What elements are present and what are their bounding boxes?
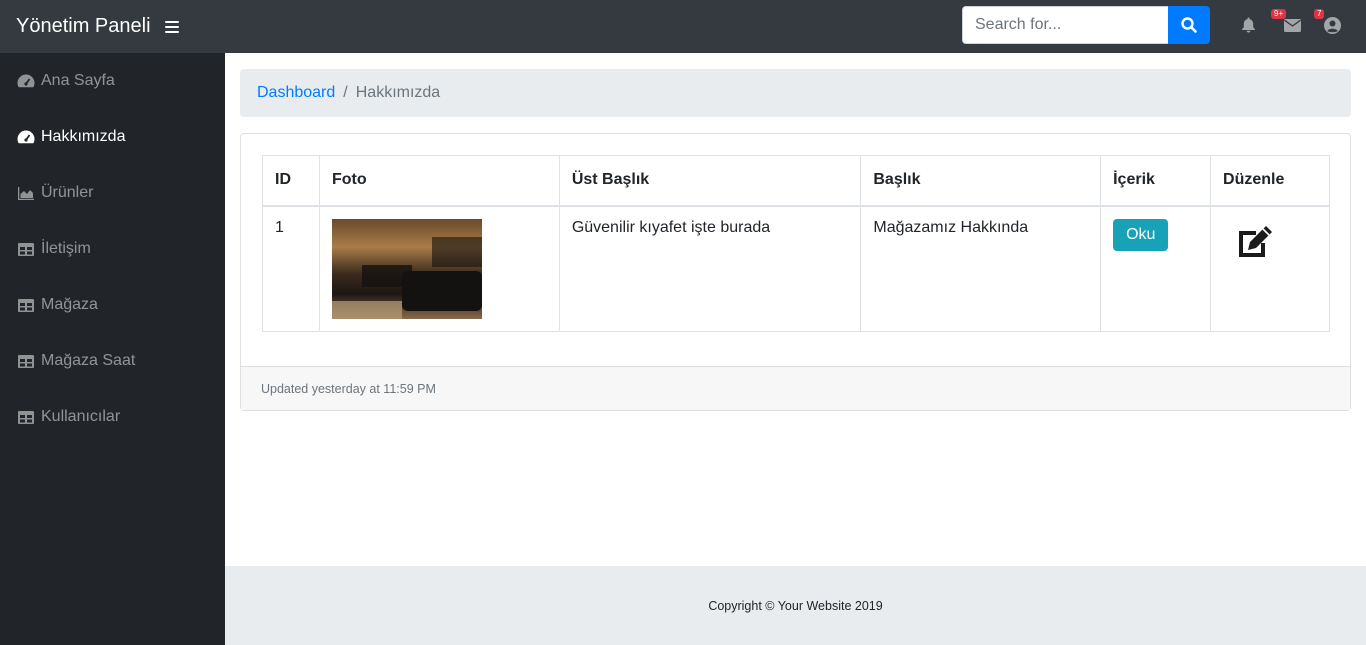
sidebar-item-label: Ürünler	[41, 184, 94, 201]
sidebar-item-ana-sayfa[interactable]: Ana Sayfa	[0, 53, 225, 109]
photo-rack	[361, 264, 412, 287]
cell-foto	[318, 205, 560, 332]
store-photo	[331, 218, 482, 319]
search-form	[962, 6, 1210, 44]
table-header-row: ID Foto Üst Başlık Başlık İçerik Düzenle	[262, 155, 1330, 207]
breadcrumb: Dashboard / Hakkımızda	[240, 69, 1351, 117]
column-header-baslik: Başlık	[860, 155, 1102, 207]
messages-dropdown[interactable]: 9+	[1271, 9, 1302, 35]
column-header-foto: Foto	[318, 155, 560, 207]
copyright-text: Copyright © Your Website 2019	[708, 598, 883, 613]
alerts-dropdown[interactable]	[1238, 15, 1258, 35]
content-card: ID Foto Üst Başlık Başlık İçerik Düzenle…	[240, 133, 1351, 411]
column-header-ust-baslik: Üst Başlık	[558, 155, 862, 207]
alerts-count-badge: 9+	[1271, 9, 1287, 19]
photo-rack	[401, 270, 482, 311]
page-footer: Copyright © Your Website 2019	[225, 566, 1366, 645]
card-footer-text: Updated yesterday at 11:59 PM	[261, 381, 436, 396]
cell-duzenle	[1210, 205, 1330, 332]
sidebar-item-label: İletişim	[41, 240, 91, 257]
search-input[interactable]	[962, 6, 1168, 44]
cell-id: 1	[262, 205, 320, 332]
sidebar: Ana Sayfa Hakkımızda Ürünler İletişim Ma…	[0, 53, 225, 645]
table-icon	[17, 297, 35, 313]
column-header-icerik: İçerik	[1100, 155, 1212, 207]
brand-title[interactable]: Yönetim Paneli	[16, 15, 151, 38]
cell-icerik: Oku	[1100, 205, 1212, 332]
menu-bar	[164, 25, 179, 28]
cell-ust-baslik: Güvenilir kıyafet işte burada	[558, 205, 862, 332]
table-icon	[17, 409, 35, 425]
user-dropdown[interactable]: 7	[1314, 9, 1342, 35]
sidebar-item-kullanicilar[interactable]: Kullanıcılar	[0, 389, 225, 445]
menu-bar	[164, 20, 179, 23]
photo-counter	[331, 300, 402, 319]
menu-bar	[164, 30, 179, 33]
sidebar-item-magaza-saat[interactable]: Mağaza Saat	[0, 333, 225, 389]
chart-area-icon	[17, 185, 35, 201]
column-header-duzenle: Düzenle	[1210, 155, 1330, 207]
sidebar-item-label: Mağaza	[41, 296, 98, 313]
top-navbar: Yönetim Paneli 9+ 7	[0, 0, 1366, 53]
search-icon	[1181, 17, 1197, 33]
sidebar-item-hakkimizda[interactable]: Hakkımızda	[0, 109, 225, 165]
table-icon	[17, 241, 35, 257]
envelope-icon	[1283, 18, 1301, 32]
search-button[interactable]	[1168, 6, 1210, 44]
sidebar-item-label: Ana Sayfa	[41, 72, 115, 89]
sidebar-item-iletisim[interactable]: İletişim	[0, 221, 225, 277]
bell-icon	[1241, 17, 1255, 33]
sidebar-item-urunler[interactable]: Ürünler	[0, 165, 225, 221]
column-header-id: ID	[262, 155, 320, 207]
edit-link[interactable]	[1223, 219, 1317, 263]
sidebar-item-label: Mağaza Saat	[41, 352, 136, 369]
user-circle-icon	[1323, 16, 1341, 34]
photo-rack	[431, 236, 482, 267]
read-button[interactable]: Oku	[1113, 218, 1169, 251]
table-icon	[17, 353, 35, 369]
sidebar-item-magaza[interactable]: Mağaza	[0, 277, 225, 333]
breadcrumb-separator: /	[343, 84, 348, 101]
sidebar-toggle-button[interactable]	[164, 20, 179, 34]
messages-count-badge: 7	[1314, 9, 1325, 19]
sidebar-item-label: Hakkımızda	[41, 128, 126, 145]
cell-baslik: Mağazamız Hakkında	[860, 205, 1102, 332]
card-footer: Updated yesterday at 11:59 PM	[241, 366, 1350, 410]
edit-icon	[1239, 225, 1273, 257]
breadcrumb-current: Hakkımızda	[355, 84, 441, 101]
sidebar-item-label: Kullanıcılar	[41, 408, 121, 425]
table-row: 1 Güvenilir kıyafet işte burada Mağazamı…	[262, 205, 1330, 332]
tachometer-icon	[17, 73, 35, 89]
about-table: ID Foto Üst Başlık Başlık İçerik Düzenle…	[262, 155, 1330, 332]
breadcrumb-dashboard-link[interactable]: Dashboard	[257, 84, 335, 102]
tachometer-icon	[17, 129, 35, 145]
